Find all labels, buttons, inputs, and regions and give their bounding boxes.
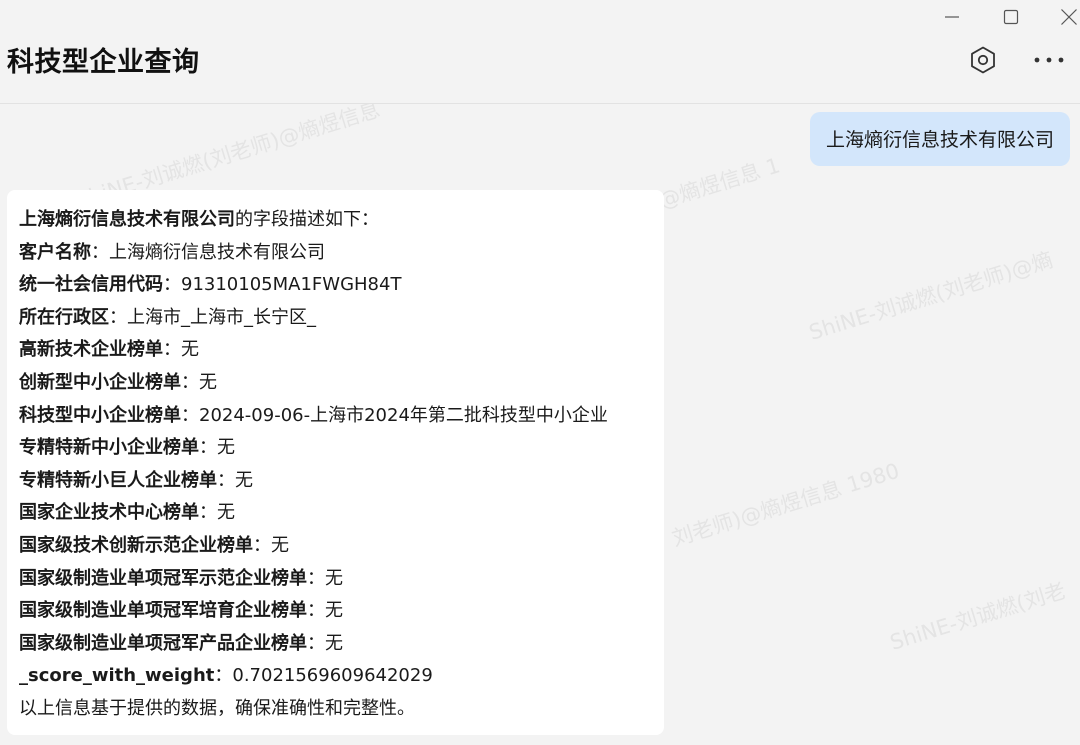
watermark: ShiNE-刘诚燃(刘老 [887, 578, 1069, 655]
field-sep: ： [199, 502, 217, 524]
field-value: 无 [325, 600, 343, 622]
field-sep: ： [163, 339, 181, 361]
watermark: @熵煜信息 1 [656, 153, 783, 213]
field-row: 客户名称：上海熵衍信息技术有限公司 [19, 237, 652, 270]
field-key: 专精特新中小企业榜单 [19, 437, 199, 459]
field-value: 无 [235, 469, 253, 491]
field-key: 高新技术企业榜单 [19, 339, 163, 361]
assistant-message-bubble: 上海熵衍信息技术有限公司的字段描述如下： 客户名称：上海熵衍信息技术有限公司 统… [7, 190, 664, 735]
field-row: 创新型中小企业榜单：无 [19, 367, 652, 400]
field-sep: ： [307, 600, 325, 622]
field-sep: ： [307, 567, 325, 589]
field-key: _score_with_weight [19, 665, 215, 687]
field-value: 无 [325, 567, 343, 589]
more-icon [1034, 57, 1064, 63]
field-value: 无 [217, 502, 235, 524]
field-value: 上海熵衍信息技术有限公司 [109, 241, 325, 263]
field-row: 国家级制造业单项冠军产品企业榜单：无 [19, 628, 652, 661]
field-sep: ： [214, 665, 233, 687]
field-value: 0.7021569609642029 [232, 665, 433, 687]
field-sep: ： [253, 534, 271, 556]
field-key: 国家级制造业单项冠军示范企业榜单 [19, 567, 307, 589]
field-sep: ： [181, 371, 199, 393]
maximize-button[interactable] [994, 4, 1028, 30]
field-key: 统一社会信用代码 [19, 274, 163, 296]
field-sep: ： [91, 241, 109, 263]
field-key: 国家级制造业单项冠军培育企业榜单 [19, 600, 307, 622]
field-value: 无 [199, 371, 217, 393]
title-bar: 科技型企业查询 [0, 0, 1080, 104]
field-key: 客户名称 [19, 241, 91, 263]
field-value: 2024-09-06-上海市2024年第二批科技型中小企业 [199, 404, 608, 426]
app-title: 科技型企业查询 [7, 47, 200, 78]
watermark: ShiNE-刘诚燃(刘老师)@熵 [806, 247, 1056, 345]
field-row: 统一社会信用代码：91310105MA1FWGH84T [19, 269, 652, 302]
field-key: 科技型中小企业榜单 [19, 404, 181, 426]
field-sep: ： [163, 274, 181, 296]
user-message-bubble: 上海熵衍信息技术有限公司 [809, 112, 1070, 166]
field-row: 专精特新小巨人企业榜单：无 [19, 465, 652, 498]
intro-suffix: 的字段描述如下： [235, 209, 379, 230]
field-key: 所在行政区 [19, 306, 109, 328]
field-sep: ： [109, 306, 127, 328]
field-row: 专精特新中小企业榜单：无 [19, 432, 652, 465]
close-button[interactable] [1052, 4, 1080, 30]
intro-company: 上海熵衍信息技术有限公司 [19, 209, 235, 230]
field-row: 国家级技术创新示范企业榜单：无 [19, 530, 652, 563]
close-icon [1061, 9, 1077, 25]
field-row: 科技型中小企业榜单：2024-09-06-上海市2024年第二批科技型中小企业 [19, 400, 652, 433]
minimize-button[interactable] [935, 4, 969, 30]
settings-button[interactable] [966, 43, 1000, 77]
field-sep: ： [199, 437, 217, 459]
field-row: 国家级制造业单项冠军培育企业榜单：无 [19, 595, 652, 628]
reply-intro: 上海熵衍信息技术有限公司的字段描述如下： [19, 204, 652, 237]
settings-hex-icon [971, 46, 995, 74]
field-row: 高新技术企业榜单：无 [19, 334, 652, 367]
field-sep: ： [307, 632, 325, 654]
field-value: 无 [217, 437, 235, 459]
field-key: 专精特新小巨人企业榜单 [19, 469, 217, 491]
field-key: 创新型中小企业榜单 [19, 371, 181, 393]
field-sep: ： [181, 404, 199, 426]
field-value: 无 [181, 339, 199, 361]
field-key: 国家级制造业单项冠军产品企业榜单 [19, 632, 307, 654]
field-key: 国家级技术创新示范企业榜单 [19, 534, 253, 556]
field-row: 国家企业技术中心榜单：无 [19, 497, 652, 530]
field-row: 国家级制造业单项冠军示范企业榜单：无 [19, 563, 652, 596]
field-value: 91310105MA1FWGH84T [181, 274, 402, 296]
chat-area[interactable]: ShiNE-刘诚燃(刘老师)@熵煜信息 @熵煜信息 1 ShiNE-刘诚燃(刘老… [0, 104, 1080, 745]
maximize-icon [1003, 9, 1019, 25]
field-value: 无 [325, 632, 343, 654]
reply-footer: 以上信息基于提供的数据，确保准确性和完整性。 [19, 697, 415, 719]
field-key: 国家企业技术中心榜单 [19, 502, 199, 524]
field-row: _score_with_weight：0.7021569609642029 [19, 660, 652, 693]
field-sep: ： [217, 469, 235, 491]
more-button[interactable] [1032, 43, 1066, 77]
field-value: 无 [271, 534, 289, 556]
watermark: 刘老师)@熵煜信息 1980 [669, 458, 903, 551]
minimize-icon [945, 16, 959, 18]
field-row: 所在行政区：上海市_上海市_长宁区_ [19, 302, 652, 335]
field-value: 上海市_上海市_长宁区_ [127, 306, 316, 328]
